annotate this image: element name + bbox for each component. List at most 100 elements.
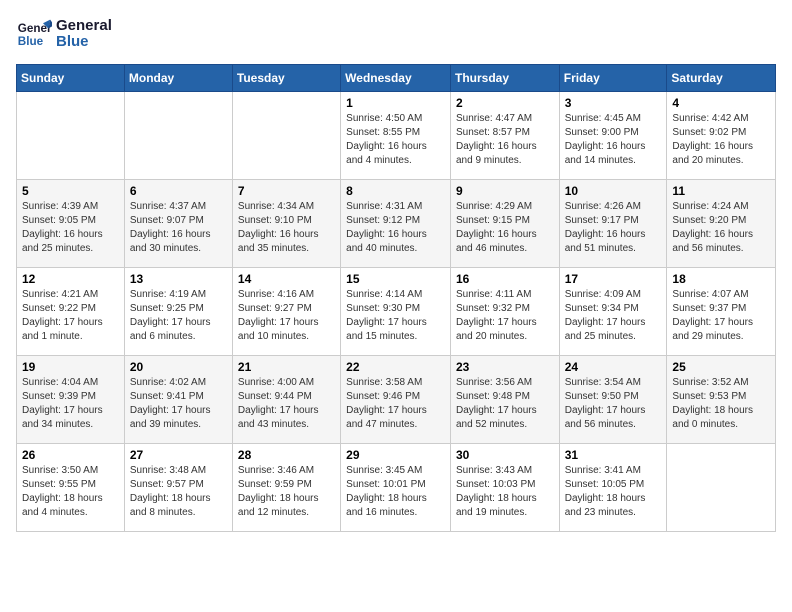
day-number: 3 — [565, 96, 662, 110]
weekday-header-monday: Monday — [124, 65, 232, 92]
day-number: 15 — [346, 272, 445, 286]
weekday-header-friday: Friday — [559, 65, 667, 92]
day-number: 13 — [130, 272, 227, 286]
day-number: 23 — [456, 360, 554, 374]
day-info: Sunrise: 4:19 AMSunset: 9:25 PMDaylight:… — [130, 288, 227, 344]
day-number: 25 — [672, 360, 770, 374]
day-number: 14 — [238, 272, 335, 286]
day-info: Sunrise: 4:14 AMSunset: 9:30 PMDaylight:… — [346, 288, 445, 344]
day-number: 29 — [346, 448, 445, 462]
calendar-cell: 17 Sunrise: 4:09 AMSunset: 9:34 PMDayligh… — [559, 268, 667, 356]
calendar-cell: 29Sunrise: 3:45 AMSunset: 10:01 PMDaylig… — [341, 444, 451, 532]
day-info: Sunrise: 3:56 AMSunset: 9:48 PMDaylight:… — [456, 376, 554, 432]
day-number: 24 — [565, 360, 662, 374]
day-info: Sunrise: 4:26 AMSunset: 9:17 PMDaylight:… — [565, 200, 662, 256]
calendar-cell: 22Sunrise: 3:58 AMSunset: 9:46 PMDayligh… — [341, 356, 451, 444]
day-info: Sunrise: 4:04 AMSunset: 9:39 PMDaylight:… — [22, 376, 119, 432]
calendar-cell: 13 Sunrise: 4:19 AMSunset: 9:25 PMDayligh… — [124, 268, 232, 356]
day-info: Sunrise: 4:50 AMSunset: 8:55 PMDaylight:… — [346, 112, 445, 168]
calendar-cell: 9Sunrise: 4:29 AMSunset: 9:15 PMDaylight… — [450, 180, 559, 268]
day-info: Sunrise: 3:58 AMSunset: 9:46 PMDaylight:… — [346, 376, 445, 432]
day-number: 5 — [22, 184, 119, 198]
day-info: Sunrise: 4:11 AMSunset: 9:32 PMDaylight:… — [456, 288, 554, 344]
day-number: 30 — [456, 448, 554, 462]
day-number: 4 — [672, 96, 770, 110]
day-info: Sunrise: 4:31 AMSunset: 9:12 PMDaylight:… — [346, 200, 445, 256]
calendar-cell — [232, 92, 340, 180]
weekday-header-saturday: Saturday — [667, 65, 776, 92]
day-info: Sunrise: 4:47 AMSunset: 8:57 PMDaylight:… — [456, 112, 554, 168]
day-number: 26 — [22, 448, 119, 462]
day-info: Sunrise: 4:07 AMSunset: 9:37 PMDaylight:… — [672, 288, 770, 344]
day-info: Sunrise: 4:00 AMSunset: 9:44 PMDaylight:… — [238, 376, 335, 432]
calendar-cell: 7 Sunrise: 4:34 AMSunset: 9:10 PMDaylight… — [232, 180, 340, 268]
day-info: Sunrise: 4:39 AMSunset: 9:05 PMDaylight:… — [22, 200, 119, 256]
day-info: Sunrise: 4:21 AMSunset: 9:22 PMDaylight:… — [22, 288, 119, 344]
day-info: Sunrise: 4:02 AMSunset: 9:41 PMDaylight:… — [130, 376, 227, 432]
calendar-cell: 2Sunrise: 4:47 AMSunset: 8:57 PMDaylight… — [450, 92, 559, 180]
day-info: Sunrise: 4:37 AMSunset: 9:07 PMDaylight:… — [130, 200, 227, 256]
week-row-1: 1 Sunrise: 4:50 AMSunset: 8:55 PMDaylight… — [17, 92, 776, 180]
day-number: 21 — [238, 360, 335, 374]
calendar-cell: 5 Sunrise: 4:39 AMSunset: 9:05 PMDaylight… — [17, 180, 125, 268]
calendar-cell: 6 Sunrise: 4:37 AMSunset: 9:07 PMDaylight… — [124, 180, 232, 268]
calendar-cell: 12 Sunrise: 4:21 AMSunset: 9:22 PMDayligh… — [17, 268, 125, 356]
day-number: 20 — [130, 360, 227, 374]
week-row-4: 19 Sunrise: 4:04 AMSunset: 9:39 PMDayligh… — [17, 356, 776, 444]
calendar-cell: 31 Sunrise: 3:41 AMSunset: 10:05 PMDaylig… — [559, 444, 667, 532]
week-row-2: 5 Sunrise: 4:39 AMSunset: 9:05 PMDaylight… — [17, 180, 776, 268]
day-number: 1 — [346, 96, 445, 110]
day-info: Sunrise: 4:09 AMSunset: 9:34 PMDaylight:… — [565, 288, 662, 344]
svg-text:Blue: Blue — [18, 35, 44, 48]
day-number: 31 — [565, 448, 662, 462]
day-number: 10 — [565, 184, 662, 198]
calendar-cell: 8 Sunrise: 4:31 AMSunset: 9:12 PMDaylight… — [341, 180, 451, 268]
day-info: Sunrise: 3:43 AMSunset: 10:03 PMDaylight… — [456, 464, 554, 520]
day-number: 8 — [346, 184, 445, 198]
day-number: 9 — [456, 184, 554, 198]
day-number: 16 — [456, 272, 554, 286]
day-number: 17 — [565, 272, 662, 286]
day-number: 19 — [22, 360, 119, 374]
day-info: Sunrise: 4:42 AMSunset: 9:02 PMDaylight:… — [672, 112, 770, 168]
calendar-cell: 1 Sunrise: 4:50 AMSunset: 8:55 PMDaylight… — [341, 92, 451, 180]
calendar-cell: 4 Sunrise: 4:42 AMSunset: 9:02 PMDaylight… — [667, 92, 776, 180]
day-number: 7 — [238, 184, 335, 198]
calendar-cell: 26 Sunrise: 3:50 AMSunset: 9:55 PMDayligh… — [17, 444, 125, 532]
calendar-cell: 10 Sunrise: 4:26 AMSunset: 9:17 PMDayligh… — [559, 180, 667, 268]
weekday-header-row: SundayMondayTuesdayWednesdayThursdayFrid… — [17, 65, 776, 92]
calendar-cell: 19 Sunrise: 4:04 AMSunset: 9:39 PMDayligh… — [17, 356, 125, 444]
day-info: Sunrise: 4:24 AMSunset: 9:20 PMDaylight:… — [672, 200, 770, 256]
day-number: 6 — [130, 184, 227, 198]
day-info: Sunrise: 3:50 AMSunset: 9:55 PMDaylight:… — [22, 464, 119, 520]
day-info: Sunrise: 3:41 AMSunset: 10:05 PMDaylight… — [565, 464, 662, 520]
day-info: Sunrise: 4:34 AMSunset: 9:10 PMDaylight:… — [238, 200, 335, 256]
day-info: Sunrise: 4:16 AMSunset: 9:27 PMDaylight:… — [238, 288, 335, 344]
calendar-cell: 11 Sunrise: 4:24 AMSunset: 9:20 PMDayligh… — [667, 180, 776, 268]
page-header: General Blue General Blue — [16, 16, 776, 52]
day-number: 27 — [130, 448, 227, 462]
calendar-cell: 23 Sunrise: 3:56 AMSunset: 9:48 PMDayligh… — [450, 356, 559, 444]
calendar-cell: 30 Sunrise: 3:43 AMSunset: 10:03 PMDaylig… — [450, 444, 559, 532]
weekday-header-tuesday: Tuesday — [232, 65, 340, 92]
week-row-3: 12 Sunrise: 4:21 AMSunset: 9:22 PMDayligh… — [17, 268, 776, 356]
day-number: 11 — [672, 184, 770, 198]
calendar-cell: 25Sunrise: 3:52 AMSunset: 9:53 PMDayligh… — [667, 356, 776, 444]
weekday-header-wednesday: Wednesday — [341, 65, 451, 92]
calendar-cell: 24 Sunrise: 3:54 AMSunset: 9:50 PMDayligh… — [559, 356, 667, 444]
calendar-cell: 15 Sunrise: 4:14 AMSunset: 9:30 PMDayligh… — [341, 268, 451, 356]
day-number: 12 — [22, 272, 119, 286]
calendar-cell: 16 Sunrise: 4:11 AMSunset: 9:32 PMDayligh… — [450, 268, 559, 356]
calendar-cell: 28Sunrise: 3:46 AMSunset: 9:59 PMDayligh… — [232, 444, 340, 532]
calendar-cell — [667, 444, 776, 532]
day-info: Sunrise: 3:54 AMSunset: 9:50 PMDaylight:… — [565, 376, 662, 432]
weekday-header-sunday: Sunday — [17, 65, 125, 92]
calendar-cell: 21 Sunrise: 4:00 AMSunset: 9:44 PMDayligh… — [232, 356, 340, 444]
calendar-cell — [17, 92, 125, 180]
weekday-header-thursday: Thursday — [450, 65, 559, 92]
day-info: Sunrise: 4:45 AMSunset: 9:00 PMDaylight:… — [565, 112, 662, 168]
calendar-cell: 18Sunrise: 4:07 AMSunset: 9:37 PMDayligh… — [667, 268, 776, 356]
day-info: Sunrise: 3:48 AMSunset: 9:57 PMDaylight:… — [130, 464, 227, 520]
calendar-cell: 20 Sunrise: 4:02 AMSunset: 9:41 PMDayligh… — [124, 356, 232, 444]
day-info: Sunrise: 3:46 AMSunset: 9:59 PMDaylight:… — [238, 464, 335, 520]
